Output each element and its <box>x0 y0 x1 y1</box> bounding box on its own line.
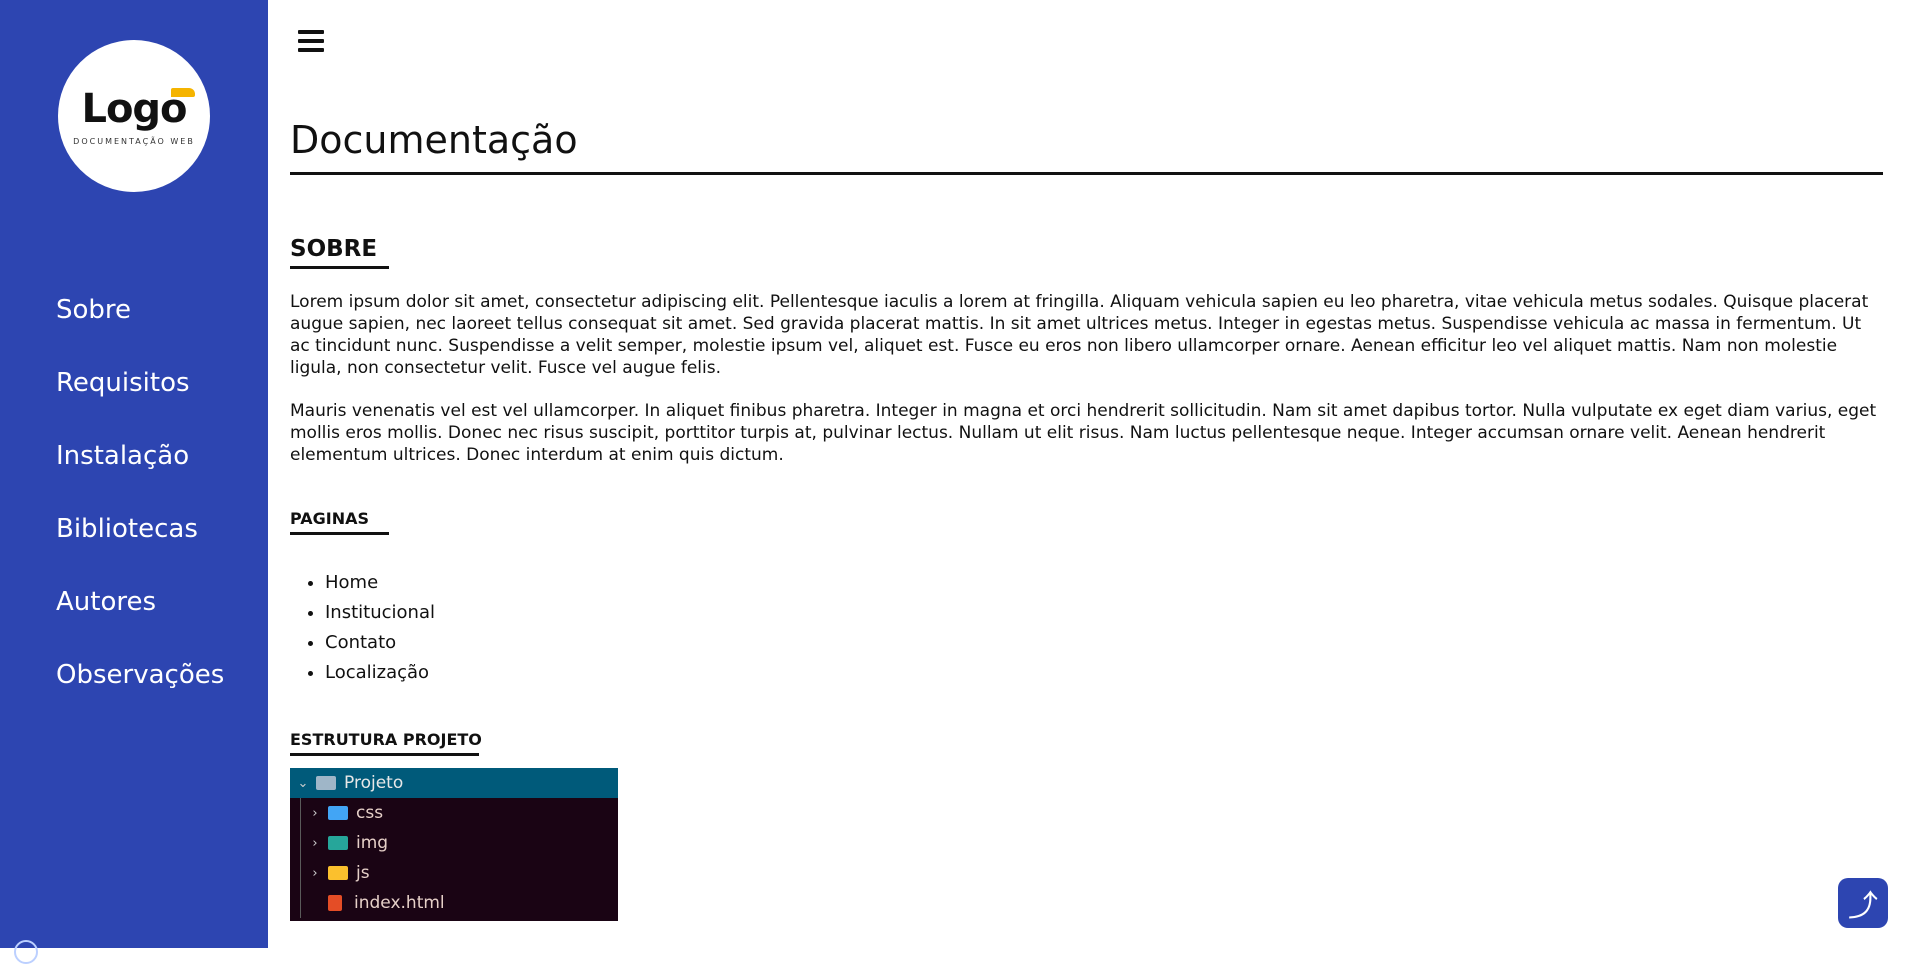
folder-js-icon <box>328 866 348 880</box>
sidebar: Logo DOCUMENTAÇÃO WEB Sobre Requisitos I… <box>0 0 268 964</box>
tree-row: › js <box>290 858 618 888</box>
project-tree-image: ⌄ Projeto › css › img › js index.html <box>290 768 618 921</box>
sidebar-item-bibliotecas[interactable]: Bibliotecas <box>56 509 224 582</box>
tree-item-label: img <box>356 833 389 853</box>
scroll-to-top-button[interactable]: ⤴ <box>1838 878 1888 928</box>
sidebar-item-observacoes[interactable]: Observações <box>56 655 224 728</box>
logo-subtitle: DOCUMENTAÇÃO WEB <box>73 137 195 146</box>
chevron-down-icon: ⌄ <box>297 775 309 791</box>
status-circle-icon <box>14 940 38 964</box>
list-item: Institucional <box>325 598 435 628</box>
folder-css-icon <box>328 806 348 820</box>
arrow-up-icon: ⤴ <box>1848 889 1878 924</box>
sobre-paragraph: Mauris venenatis vel est vel ullamcorper… <box>290 401 1877 465</box>
sidebar-item-autores[interactable]: Autores <box>56 582 224 655</box>
tree-item-label: js <box>356 863 370 883</box>
html5-icon <box>328 895 342 911</box>
tree-item-label: css <box>356 803 384 823</box>
section-heading-estrutura: ESTRUTURA PROJETO <box>290 730 482 756</box>
list-item: Localização <box>325 658 435 688</box>
folder-image-icon <box>328 836 348 850</box>
section-heading-sobre: SOBRE <box>290 236 389 269</box>
sobre-paragraph: Lorem ipsum dolor sit amet, consectetur … <box>290 292 1869 378</box>
sidebar-item-sobre[interactable]: Sobre <box>56 290 224 363</box>
hamburger-icon[interactable] <box>298 30 324 52</box>
list-item: Home <box>325 568 435 598</box>
sidebar-item-instalacao[interactable]: Instalação <box>56 436 224 509</box>
section-heading-paginas: PAGINAS <box>290 509 389 535</box>
chevron-right-icon: › <box>312 805 318 821</box>
list-item: Contato <box>325 628 435 658</box>
pages-list: Home Institucional Contato Localização <box>290 568 435 688</box>
tree-row: index.html <box>290 888 618 918</box>
tree-root-label: Projeto <box>344 773 404 793</box>
chevron-right-icon: › <box>312 865 318 881</box>
logo-word: Logo <box>81 86 187 132</box>
tree-row: › css <box>290 798 618 828</box>
tree-row: › img <box>290 828 618 858</box>
chevron-right-icon: › <box>312 835 318 851</box>
main-content: Documentação SOBRE Lorem ipsum dolor sit… <box>290 0 1883 948</box>
logo[interactable]: Logo DOCUMENTAÇÃO WEB <box>58 40 210 192</box>
sidebar-nav: Sobre Requisitos Instalação Bibliotecas … <box>56 290 224 728</box>
tree-item-label: index.html <box>354 893 445 913</box>
page-title: Documentação <box>290 118 1883 175</box>
folder-open-icon <box>316 776 336 790</box>
sidebar-item-requisitos[interactable]: Requisitos <box>56 363 224 436</box>
tree-row-root: ⌄ Projeto <box>290 768 618 798</box>
